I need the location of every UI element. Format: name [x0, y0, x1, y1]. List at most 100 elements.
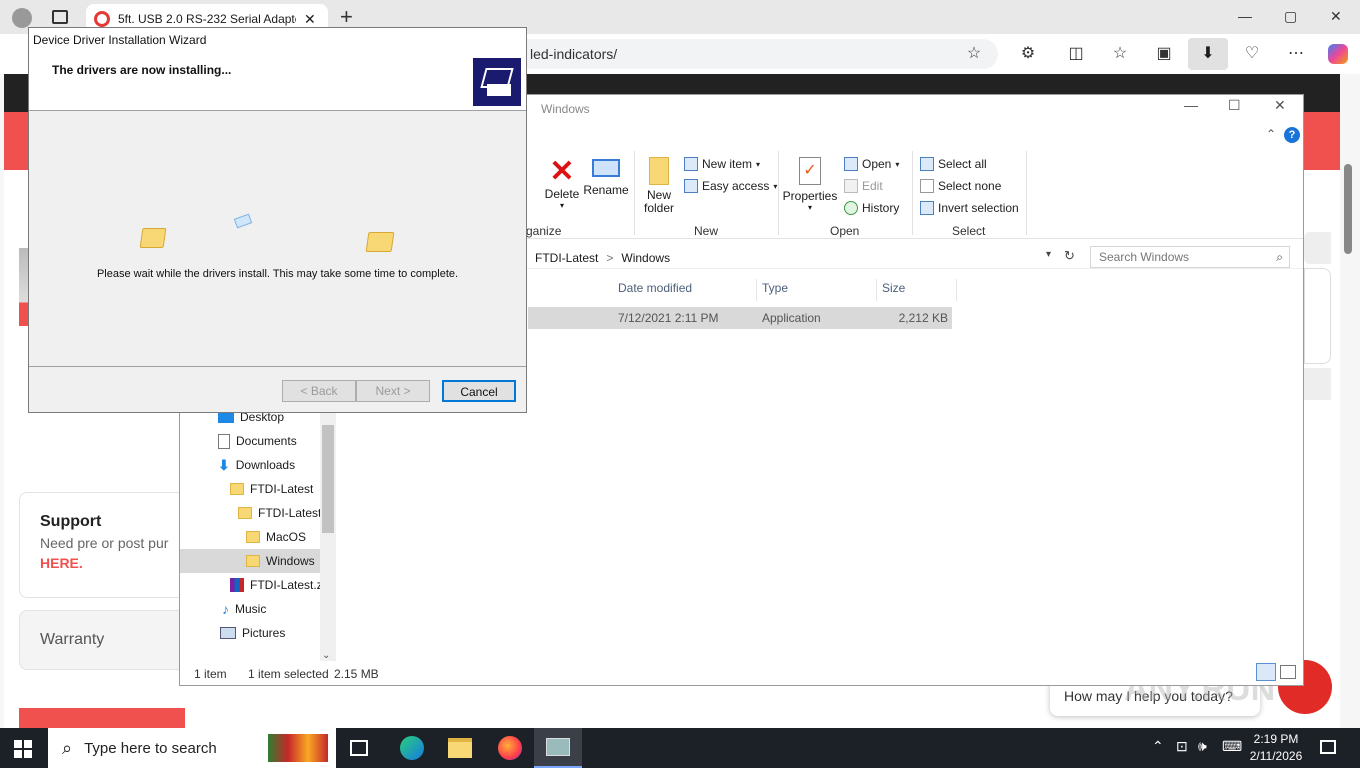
collections-icon[interactable]: ▣: [1152, 42, 1176, 66]
new-item-button[interactable]: New item ▾: [684, 157, 760, 171]
back-button[interactable]: < Back: [282, 380, 356, 402]
open-button[interactable]: Open ▾: [844, 157, 899, 171]
extensions-icon[interactable]: ⚙: [1016, 42, 1040, 66]
help-icon[interactable]: ?: [1284, 127, 1300, 143]
col-type[interactable]: Type: [762, 281, 788, 295]
open-group-label: Open: [830, 224, 860, 238]
breadcrumb[interactable]: > FTDI-Latest > Windows: [520, 249, 1060, 267]
rename-button[interactable]: Rename: [582, 157, 630, 197]
support-text: Need pre or post pur: [40, 535, 169, 551]
breadcrumb-item[interactable]: Windows: [621, 251, 670, 265]
rename-icon: [592, 159, 620, 177]
clock-date[interactable]: 2/11/2026: [1248, 749, 1304, 763]
select-all-button[interactable]: Select all: [920, 157, 987, 171]
search-box[interactable]: Search Windows ⌕: [1090, 246, 1290, 268]
file-row[interactable]: 7/12/2021 2:11 PM Application 2,212 KB: [528, 307, 952, 329]
explorer-close-button[interactable]: ✕: [1274, 97, 1286, 114]
edit-button[interactable]: Edit: [844, 179, 883, 193]
select-none-button[interactable]: Select none: [920, 179, 1001, 193]
page-scroll-thumb[interactable]: [1344, 164, 1352, 254]
installer-taskbar-icon[interactable]: [534, 728, 582, 768]
large-icons-view-icon[interactable]: [1280, 665, 1296, 679]
nav-pictures[interactable]: Pictures: [180, 621, 336, 645]
clock-time[interactable]: 2:19 PM: [1252, 732, 1300, 746]
page-scrollbar[interactable]: [1340, 74, 1360, 728]
select-all-icon: [920, 157, 934, 171]
start-button[interactable]: [14, 740, 32, 758]
close-tab-icon[interactable]: ✕: [304, 11, 316, 28]
breadcrumb-sep-icon: >: [606, 251, 614, 265]
scroll-down-icon[interactable]: ⌄: [322, 650, 330, 661]
nav-label: FTDI-Latest: [250, 482, 314, 496]
copilot-icon[interactable]: [1328, 44, 1348, 64]
favorites-icon[interactable]: ☆: [1108, 42, 1132, 66]
properties-dropdown-icon[interactable]: ▾: [782, 203, 838, 212]
support-link[interactable]: HERE.: [40, 555, 178, 571]
nav-documents[interactable]: Documents: [180, 429, 336, 453]
close-window-button[interactable]: ✕: [1330, 8, 1342, 25]
address-bar[interactable]: led-indicators/: [500, 39, 998, 69]
rename-label: Rename: [583, 183, 629, 197]
nav-music[interactable]: ♪ Music: [180, 597, 336, 621]
explorer-minimize-button[interactable]: —: [1184, 97, 1198, 113]
language-icon[interactable]: ⌨: [1222, 738, 1242, 755]
ribbon-divider-1: [634, 151, 635, 235]
page-tab-active[interactable]: [19, 708, 185, 728]
taskbar-search[interactable]: ⌕ Type here to search: [48, 728, 336, 768]
explorer-maximize-button[interactable]: ☐: [1228, 97, 1241, 114]
col-date-modified[interactable]: Date modified: [618, 281, 692, 295]
warranty-card[interactable]: Warranty: [19, 610, 199, 670]
nav-ftdi-latest-sub[interactable]: FTDI-Latest: [180, 501, 336, 525]
delete-dropdown-icon[interactable]: ▾: [540, 201, 584, 210]
folder-icon: [238, 507, 252, 519]
minimize-button[interactable]: —: [1238, 8, 1252, 24]
invert-selection-icon: [920, 201, 934, 215]
warranty-title: Warranty: [40, 631, 105, 648]
source-folder-icon: [139, 228, 167, 248]
details-view-icon[interactable]: [1256, 663, 1276, 681]
delete-button[interactable]: ✕ Delete ▾: [540, 157, 584, 211]
volume-icon[interactable]: 🕪: [1198, 738, 1207, 755]
refresh-icon[interactable]: ↻: [1064, 248, 1075, 264]
properties-button[interactable]: ✓ Properties ▾: [782, 157, 838, 212]
task-view-icon[interactable]: [350, 740, 368, 756]
col-divider: [956, 279, 957, 301]
show-hidden-icons[interactable]: ⌃: [1152, 738, 1164, 755]
col-divider: [876, 279, 877, 301]
profile-icon[interactable]: [12, 8, 32, 28]
cancel-button[interactable]: Cancel: [442, 380, 516, 402]
edge-taskbar-icon[interactable]: [400, 736, 424, 760]
nav-downloads[interactable]: ⬇ Downloads: [180, 453, 336, 477]
breadcrumb-item[interactable]: FTDI-Latest: [535, 251, 598, 265]
easy-access-button[interactable]: Easy access ▾: [684, 179, 777, 193]
nav-macos[interactable]: MacOS: [180, 525, 336, 549]
maximize-button[interactable]: ▢: [1284, 8, 1297, 25]
wizard-header: Device Driver Installation Wizard The dr…: [29, 28, 526, 111]
address-dropdown-icon[interactable]: ▾: [1046, 249, 1051, 260]
tab-actions-icon[interactable]: [52, 10, 68, 24]
new-folder-icon: [649, 157, 669, 185]
nav-label: Music: [235, 602, 267, 616]
status-bar: 1 item 1 item selected 2.15 MB: [180, 663, 1303, 685]
explorer-taskbar-icon[interactable]: [448, 738, 472, 758]
nav-scrollbar[interactable]: ⌄: [320, 405, 336, 661]
history-button[interactable]: History: [844, 201, 899, 215]
invert-selection-button[interactable]: Invert selection: [920, 201, 1019, 215]
ribbon-collapse-icon[interactable]: ⌃: [1266, 127, 1276, 141]
new-folder-button[interactable]: New folder: [638, 157, 680, 215]
more-menu-icon[interactable]: ⋯: [1284, 42, 1308, 66]
split-screen-icon[interactable]: ◫: [1064, 42, 1088, 66]
notifications-icon[interactable]: [1320, 740, 1336, 754]
nav-ftdi-zip[interactable]: FTDI-Latest.zi: [180, 573, 336, 597]
favorite-star-icon[interactable]: ☆: [962, 42, 986, 66]
next-button[interactable]: Next >: [356, 380, 430, 402]
nav-scroll-thumb[interactable]: [322, 425, 334, 533]
firefox-taskbar-icon[interactable]: [498, 736, 522, 760]
network-icon[interactable]: ⊡: [1176, 738, 1188, 755]
nav-windows[interactable]: Windows: [180, 549, 336, 573]
downloads-button[interactable]: ⬇: [1188, 38, 1228, 70]
nav-ftdi-latest[interactable]: FTDI-Latest: [180, 477, 336, 501]
col-size[interactable]: Size: [882, 281, 905, 295]
open-icon: [844, 157, 858, 171]
performance-icon[interactable]: ♡: [1240, 42, 1264, 66]
